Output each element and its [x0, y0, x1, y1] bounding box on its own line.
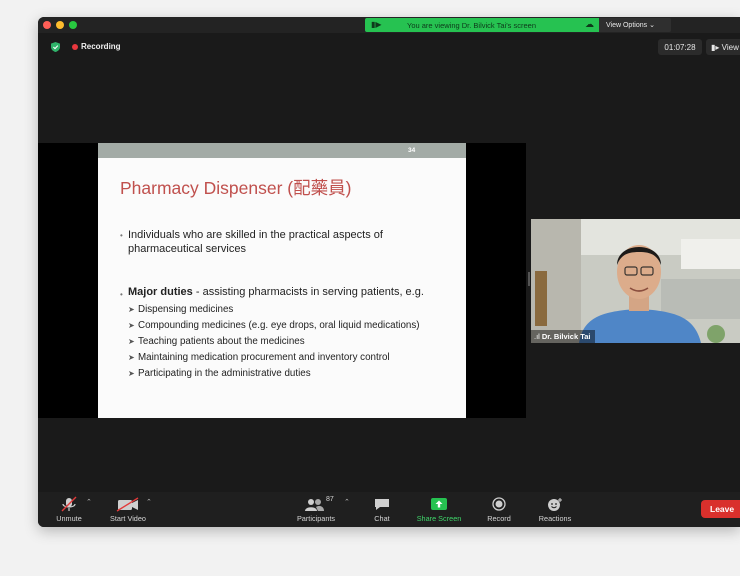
share-screen-button[interactable]: Share Screen: [410, 492, 468, 527]
bullet-dot: •: [120, 290, 123, 299]
participants-button[interactable]: 87 Participants: [288, 492, 344, 527]
participant-name: Dr. Bilvick Tai: [541, 332, 591, 341]
participants-label: Participants: [296, 514, 336, 523]
record-label: Record: [487, 514, 511, 523]
recording-label[interactable]: Recording: [81, 42, 121, 51]
sub-item-text: Participating in the administrative duti…: [138, 368, 311, 379]
slide-title: Pharmacy Dispenser (配藥員): [120, 178, 352, 198]
minimize-window-button[interactable]: [56, 21, 64, 29]
sub-item-text: Compounding medicines (e.g. eye drops, o…: [138, 320, 420, 331]
sub-item-text: Dispensing medicines: [138, 304, 234, 315]
sub-item-text: Teaching patients about the medicines: [138, 336, 305, 347]
arrow-bullet-icon: ➤: [128, 337, 135, 346]
bullet-dot: •: [120, 231, 123, 240]
bullet-2-rest: - assisting pharmacists in serving patie…: [192, 286, 424, 298]
bullet-2-bold: Major duties: [128, 286, 193, 298]
fullscreen-window-button[interactable]: [69, 21, 77, 29]
participants-options-chevron-icon[interactable]: ⌃: [344, 498, 350, 506]
shield-check-icon[interactable]: [51, 42, 60, 52]
arrow-bullet-icon: ➤: [128, 369, 135, 378]
speaker-icon: ▮▶: [371, 20, 382, 29]
view-options-button[interactable]: View Options ⌄: [599, 18, 671, 32]
chevron-down-icon: ⌄: [649, 22, 655, 29]
participant-video-tile[interactable]: .ıl Dr. Bilvick Tai: [531, 219, 740, 343]
participant-video-feed: [531, 219, 740, 343]
view-layout-label: View: [721, 43, 739, 52]
leave-meeting-button[interactable]: Leave: [701, 500, 740, 518]
slide-header-bar: 34: [98, 143, 466, 158]
audio-options-chevron-icon[interactable]: ⌃: [86, 498, 92, 506]
meeting-toolbar: Unmute ⌃ Start Video ⌃ 87 Participants ⌃: [38, 492, 740, 527]
chat-bubble-icon: [375, 499, 389, 510]
arrow-bullet-icon: ➤: [128, 321, 135, 330]
video-options-chevron-icon[interactable]: ⌃: [146, 498, 152, 506]
panel-resize-handle[interactable]: [528, 272, 530, 286]
arrow-bullet-icon: ➤: [128, 353, 135, 362]
share-screen-label: Share Screen: [416, 514, 462, 523]
title-bar: ▮▶ You are viewing Dr. Bilvick Tai's scr…: [38, 17, 740, 33]
cloud-icon: ☁: [585, 19, 594, 29]
unmute-label: Unmute: [56, 514, 82, 523]
screen-share-banner: ▮▶ You are viewing Dr. Bilvick Tai's scr…: [365, 18, 599, 32]
start-video-label: Start Video: [110, 514, 146, 523]
signal-strength-icon: .ıl: [534, 332, 540, 341]
arrow-bullet-icon: ➤: [128, 305, 135, 314]
slide-bullet-1: Individuals who are skilled in the pract…: [128, 229, 383, 255]
shared-screen-area: 34 Pharmacy Dispenser (配藥員) • Individual…: [38, 143, 526, 418]
slide-bullet-2: Major duties - assisting pharmacists in …: [128, 286, 424, 298]
reactions-button[interactable]: Reactions: [532, 492, 578, 527]
record-button[interactable]: Record: [480, 492, 518, 527]
slide-page-number: 34: [408, 147, 416, 154]
participant-name-tag: .ıl Dr. Bilvick Tai: [531, 330, 596, 343]
reactions-smiley-icon: [548, 498, 562, 511]
share-screen-icon: [431, 498, 447, 510]
recording-dot-icon: [72, 44, 78, 50]
view-layout-icon: ▮▸: [711, 43, 720, 52]
share-banner-text: You are viewing Dr. Bilvick Tai's screen: [407, 21, 536, 30]
reactions-label: Reactions: [538, 514, 572, 523]
close-window-button[interactable]: [43, 21, 51, 29]
record-icon: [492, 497, 506, 511]
view-options-label: View Options: [606, 22, 648, 29]
participants-icon: [305, 499, 324, 511]
presentation-slide: 34 Pharmacy Dispenser (配藥員) • Individual…: [98, 143, 466, 418]
view-layout-button[interactable]: ▮▸ View: [706, 39, 740, 55]
meeting-timer: 01:07:28: [658, 39, 702, 55]
sub-item-text: Maintaining medication procurement and i…: [138, 352, 390, 363]
chat-label: Chat: [374, 514, 390, 523]
zoom-meeting-window: ▮▶ You are viewing Dr. Bilvick Tai's scr…: [38, 17, 740, 527]
chat-button[interactable]: Chat: [364, 492, 400, 527]
participants-count: 87: [326, 496, 334, 503]
